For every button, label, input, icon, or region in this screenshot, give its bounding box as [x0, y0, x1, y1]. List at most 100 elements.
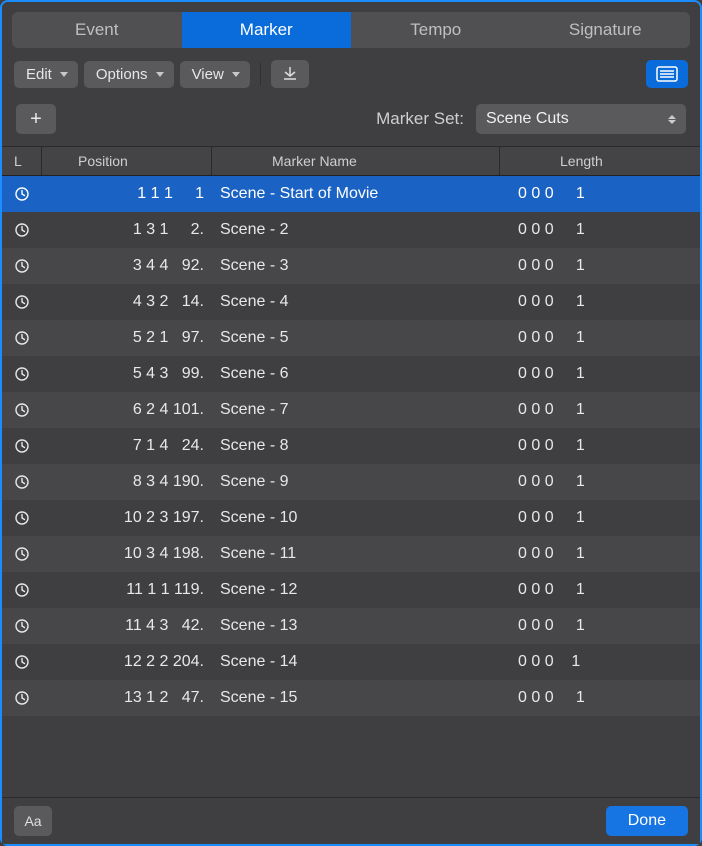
table-row[interactable]: 5 4 3 99. Scene - 6 0 0 0 1	[2, 356, 700, 392]
row-lock-cell[interactable]	[2, 222, 42, 238]
row-length[interactable]: 0 0 0 1	[500, 437, 700, 455]
column-header-position[interactable]: Position	[42, 147, 212, 175]
playhead-catch-icon	[281, 65, 299, 83]
row-lock-cell[interactable]	[2, 258, 42, 274]
toolbar-divider	[260, 63, 261, 85]
row-length[interactable]: 0 0 0 1	[500, 329, 700, 347]
tab-event[interactable]: Event	[12, 12, 182, 48]
stepper-icon	[668, 115, 676, 124]
table-row[interactable]: 11 1 1 119. Scene - 12 0 0 0 1	[2, 572, 700, 608]
catch-playhead-button[interactable]	[271, 60, 309, 88]
row-length[interactable]: 0 0 0 1	[500, 365, 700, 383]
row-lock-cell[interactable]	[2, 402, 42, 418]
table-row[interactable]: 3 4 4 92. Scene - 3 0 0 0 1	[2, 248, 700, 284]
row-length[interactable]: 0 0 0 1	[500, 545, 700, 563]
row-position[interactable]: 5 4 3 99.	[42, 365, 212, 383]
row-position[interactable]: 11 1 1 119.	[42, 581, 212, 599]
row-marker-name[interactable]: Scene - 5	[212, 329, 500, 347]
row-position[interactable]: 11 4 3 42.	[42, 617, 212, 635]
row-length[interactable]: 0 0 0 1	[500, 293, 700, 311]
row-lock-cell[interactable]	[2, 546, 42, 562]
row-marker-name[interactable]: Scene - 12	[212, 581, 500, 599]
row-position[interactable]: 5 2 1 97.	[42, 329, 212, 347]
column-header-l[interactable]: L	[2, 147, 42, 175]
row-marker-name[interactable]: Scene - 8	[212, 437, 500, 455]
column-header-length[interactable]: Length	[500, 147, 700, 175]
table-row[interactable]: 10 3 4 198. Scene - 11 0 0 0 1	[2, 536, 700, 572]
table-row[interactable]: 1 1 1 1 Scene - Start of Movie 0 0 0 1	[2, 176, 700, 212]
table-row[interactable]: 12 2 2 204. Scene - 14 0 0 0 1	[2, 644, 700, 680]
row-length[interactable]: 0 0 0 1	[500, 185, 700, 203]
table-row[interactable]: 6 2 4 101. Scene - 7 0 0 0 1	[2, 392, 700, 428]
row-marker-name[interactable]: Scene - 15	[212, 689, 500, 707]
row-lock-cell[interactable]	[2, 582, 42, 598]
row-marker-name[interactable]: Scene - 3	[212, 257, 500, 275]
table-row[interactable]: 11 4 3 42. Scene - 13 0 0 0 1	[2, 608, 700, 644]
row-position[interactable]: 4 3 2 14.	[42, 293, 212, 311]
table-row[interactable]: 4 3 2 14. Scene - 4 0 0 0 1	[2, 284, 700, 320]
view-menu[interactable]: View	[180, 61, 250, 88]
row-lock-cell[interactable]	[2, 618, 42, 634]
row-lock-cell[interactable]	[2, 474, 42, 490]
row-lock-cell[interactable]	[2, 654, 42, 670]
marker-set-select[interactable]: Scene Cuts	[476, 104, 686, 134]
row-marker-name[interactable]: Scene - Start of Movie	[212, 185, 500, 203]
tab-marker[interactable]: Marker	[182, 12, 352, 48]
clock-icon	[14, 690, 30, 706]
table-row[interactable]: 13 1 2 47. Scene - 15 0 0 0 1	[2, 680, 700, 716]
row-position[interactable]: 8 3 4 190.	[42, 473, 212, 491]
row-length[interactable]: 0 0 0 1	[500, 473, 700, 491]
row-length[interactable]: 0 0 0 1	[500, 617, 700, 635]
clock-icon	[14, 618, 30, 634]
row-marker-name[interactable]: Scene - 14	[212, 653, 500, 671]
options-menu[interactable]: Options	[84, 61, 174, 88]
row-position[interactable]: 13 1 2 47.	[42, 689, 212, 707]
font-size-button[interactable]: Aa	[14, 806, 52, 836]
list-view-toggle[interactable]	[646, 60, 688, 88]
row-lock-cell[interactable]	[2, 690, 42, 706]
row-marker-name[interactable]: Scene - 9	[212, 473, 500, 491]
row-marker-name[interactable]: Scene - 7	[212, 401, 500, 419]
row-length[interactable]: 0 0 0 1	[500, 401, 700, 419]
row-length[interactable]: 0 0 0 1	[500, 653, 700, 671]
row-position[interactable]: 10 2 3 197.	[42, 509, 212, 527]
tab-tempo[interactable]: Tempo	[351, 12, 521, 48]
tab-signature[interactable]: Signature	[521, 12, 691, 48]
row-position[interactable]: 6 2 4 101.	[42, 401, 212, 419]
row-lock-cell[interactable]	[2, 510, 42, 526]
edit-menu[interactable]: Edit	[14, 61, 78, 88]
row-marker-name[interactable]: Scene - 6	[212, 365, 500, 383]
row-length[interactable]: 0 0 0 1	[500, 581, 700, 599]
row-position[interactable]: 7 1 4 24.	[42, 437, 212, 455]
row-position[interactable]: 1 1 1 1	[42, 185, 212, 203]
row-lock-cell[interactable]	[2, 330, 42, 346]
row-position[interactable]: 10 3 4 198.	[42, 545, 212, 563]
row-length[interactable]: 0 0 0 1	[500, 257, 700, 275]
row-length[interactable]: 0 0 0 1	[500, 509, 700, 527]
row-length[interactable]: 0 0 0 1	[500, 221, 700, 239]
row-position[interactable]: 12 2 2 204.	[42, 653, 212, 671]
row-marker-name[interactable]: Scene - 2	[212, 221, 500, 239]
add-marker-button[interactable]: +	[16, 104, 56, 134]
table-row[interactable]: 10 2 3 197. Scene - 10 0 0 0 1	[2, 500, 700, 536]
row-length[interactable]: 0 0 0 1	[500, 689, 700, 707]
row-marker-name[interactable]: Scene - 10	[212, 509, 500, 527]
row-position[interactable]: 1 3 1 2.	[42, 221, 212, 239]
row-lock-cell[interactable]	[2, 294, 42, 310]
table-row[interactable]: 8 3 4 190. Scene - 9 0 0 0 1	[2, 464, 700, 500]
row-marker-name[interactable]: Scene - 13	[212, 617, 500, 635]
row-marker-name[interactable]: Scene - 4	[212, 293, 500, 311]
row-marker-name[interactable]: Scene - 11	[212, 545, 500, 563]
done-button[interactable]: Done	[606, 806, 688, 836]
table-row[interactable]: 5 2 1 97. Scene - 5 0 0 0 1	[2, 320, 700, 356]
row-lock-cell[interactable]	[2, 438, 42, 454]
row-lock-cell[interactable]	[2, 186, 42, 202]
marker-set-label: Marker Set:	[376, 109, 464, 129]
row-lock-cell[interactable]	[2, 366, 42, 382]
table-row[interactable]: 7 1 4 24. Scene - 8 0 0 0 1	[2, 428, 700, 464]
column-header-name[interactable]: Marker Name	[212, 147, 500, 175]
row-position[interactable]: 3 4 4 92.	[42, 257, 212, 275]
marker-window: Event Marker Tempo Signature Edit Option…	[2, 2, 700, 844]
table-row[interactable]: 1 3 1 2. Scene - 2 0 0 0 1	[2, 212, 700, 248]
clock-icon	[14, 654, 30, 670]
